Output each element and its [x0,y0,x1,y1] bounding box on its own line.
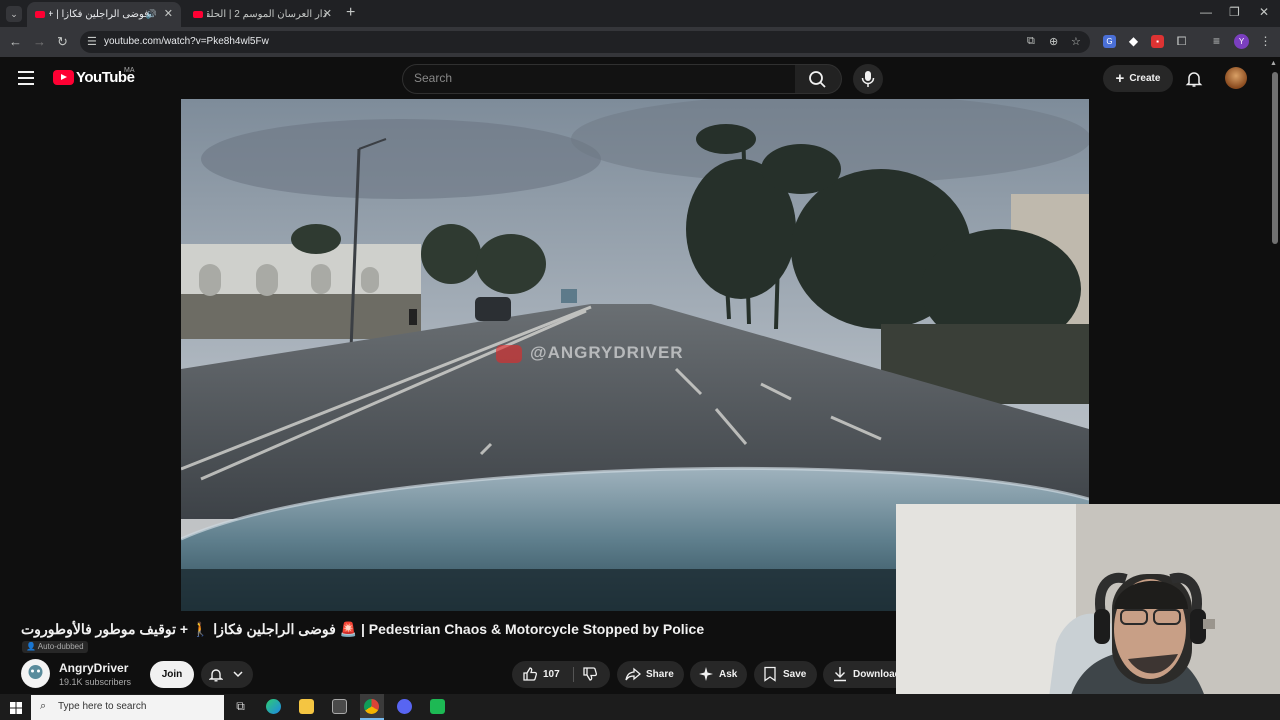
search-icon [809,71,826,88]
voice-search-button[interactable] [853,64,883,94]
auto-dubbed-badge: 👤 Auto-dubbed [22,641,88,653]
tab-close-icon[interactable]: ✕ [323,2,332,27]
dislike-button[interactable] [574,661,610,688]
plus-icon: + [1115,70,1125,87]
webcam-overlay [896,504,1280,720]
like-count: 107 [543,669,560,680]
url-text[interactable]: youtube.com/watch?v=Pke8h4wl5Fw [104,36,269,47]
tab-title: دار العرسان الموسم 2 | الحلقة 20 [207,9,327,20]
reading-list-icon[interactable]: ≡ [1210,35,1223,48]
ask-label: Ask [719,669,738,680]
subscriber-count: 19.1K subscribers [59,677,132,687]
search-button[interactable] [795,64,842,94]
guide-menu-icon[interactable] [18,71,34,89]
file-explorer-icon[interactable] [299,699,314,714]
tab-search-menu-icon[interactable]: ⌄ [6,6,22,22]
search-placeholder: Search [414,71,453,85]
tab-close-icon[interactable]: ✕ [164,2,173,27]
save-button[interactable]: Save [754,661,817,688]
auto-dubbed-label: Auto-dubbed [37,642,84,651]
channel-avatar[interactable] [21,659,50,688]
restore-icon[interactable]: ❐ [1229,5,1240,19]
task-view-icon[interactable]: ⧉ [233,699,248,714]
thumbs-up-icon [523,667,538,682]
taskbar-search-icon: ⌕ [40,700,47,712]
edge-icon[interactable] [266,699,281,714]
webcam-frame [896,504,1280,720]
install-app-icon[interactable]: ⧉ [1027,35,1035,48]
thumbs-down-icon [583,667,598,682]
watermark-text: @ANGRYDRIVER [530,343,684,362]
notifications-bell-icon[interactable] [1185,70,1203,93]
discord-icon[interactable] [397,699,412,714]
microphone-icon [861,71,875,87]
app-icon[interactable] [430,699,445,714]
forward-icon[interactable]: → [33,34,46,49]
bookmark-star-icon[interactable]: ☆ [1071,35,1081,48]
extensions-puzzle-icon[interactable]: ⧠ [1175,35,1188,48]
browser-profile-avatar[interactable]: Y [1234,34,1249,49]
sparkle-icon [699,667,713,682]
watermark-play-icon [496,344,522,363]
windows-start-icon[interactable] [10,701,22,719]
share-label: Share [646,669,674,680]
browser-menu-icon[interactable]: ⋮ [1259,35,1272,48]
tab-inactive[interactable]: دار العرسان الموسم 2 | الحلقة 20 ✕ [185,2,340,27]
back-icon[interactable]: ← [9,34,22,49]
account-avatar[interactable] [1225,67,1247,89]
diamond-extension-icon[interactable]: ◆ [1127,35,1140,48]
zoom-icon[interactable]: ⊕ [1049,35,1058,48]
pdf-extension-icon[interactable]: ▪ [1151,35,1164,48]
channel-name[interactable]: AngryDriver [59,661,128,675]
join-button[interactable]: Join [150,661,194,688]
site-info-icon[interactable]: ☰ [87,35,97,48]
taskbar-search-placeholder: Type here to search [58,701,147,712]
search-input[interactable] [402,64,796,94]
save-label: Save [783,669,807,680]
bookmark-icon [764,667,776,683]
subscription-notifications-button[interactable] [201,661,253,688]
bell-icon [209,669,223,682]
country-code: MA [124,67,135,74]
share-button[interactable]: Share [617,661,684,688]
video-title: فوضى الراجلين فكازا 🚶 + توقيف موطور فالأ… [21,621,705,637]
youtube-favicon-icon [193,11,203,18]
create-label: Create [1129,73,1161,84]
download-icon [834,667,846,682]
create-button[interactable]: + Create [1103,65,1173,92]
translate-extension-icon[interactable]: G [1103,35,1116,48]
youtube-favicon-icon [35,11,45,18]
scrollbar-thumb[interactable] [1272,72,1278,244]
scroll-up-arrow-icon[interactable]: ▲ [1270,60,1277,67]
share-icon [625,667,642,681]
store-icon[interactable] [332,699,347,714]
ask-button[interactable]: Ask [690,661,747,688]
download-label: Download [853,669,901,680]
youtube-logo-icon[interactable] [53,70,74,85]
tab-audio-icon[interactable]: 🔊 [146,2,157,27]
like-button[interactable]: 107 [512,661,574,688]
channel-watermark: @ANGRYDRIVER [496,343,684,363]
window-close-icon[interactable]: ✕ [1259,5,1269,19]
dub-icon: 👤 [26,642,36,651]
new-tab-icon[interactable]: + [346,4,355,22]
minimize-icon[interactable]: — [1200,5,1212,19]
chrome-icon [364,699,379,714]
chevron-down-icon [233,671,243,678]
reload-icon[interactable]: ↻ [57,34,68,50]
tab-active[interactable]: فوضى الراجلين فكازا | + توق 🔊 ✕ [27,2,181,27]
tab-title: فوضى الراجلين فكازا | + توق [49,9,149,20]
